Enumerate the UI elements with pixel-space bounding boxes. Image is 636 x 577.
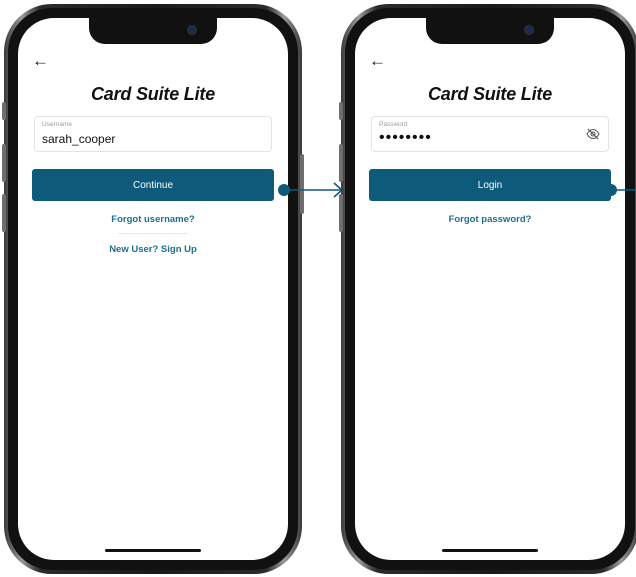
- home-indicator: [442, 549, 538, 552]
- username-value[interactable]: sarah_cooper: [42, 132, 115, 146]
- volume-down-button: [339, 194, 343, 232]
- right-arrow-icon: [278, 182, 344, 198]
- volume-down-button: [2, 194, 6, 232]
- username-field[interactable]: Username sarah_cooper: [34, 116, 272, 152]
- continue-button[interactable]: Continue: [32, 169, 274, 201]
- forgot-password-link[interactable]: Forgot password?: [355, 214, 625, 225]
- app-title: Card Suite Lite: [427, 84, 553, 104]
- volume-up-button: [339, 144, 343, 182]
- divider: [118, 233, 188, 234]
- camera-icon: [524, 25, 534, 35]
- login-button[interactable]: Login: [369, 169, 611, 201]
- phone-password-screen: ← Card Suite Lite Password •••••••• Logi…: [339, 4, 636, 574]
- notch: [426, 18, 554, 44]
- back-arrow-icon[interactable]: ←: [369, 52, 386, 69]
- mute-switch: [2, 102, 6, 120]
- camera-icon: [187, 25, 197, 35]
- forgot-username-link[interactable]: Forgot username?: [18, 214, 288, 225]
- back-arrow-icon[interactable]: ←: [32, 52, 49, 69]
- mute-switch: [339, 102, 343, 120]
- next-step-connector: [605, 184, 636, 196]
- notch: [89, 18, 217, 44]
- password-field[interactable]: Password ••••••••: [371, 116, 609, 152]
- password-value[interactable]: ••••••••: [379, 129, 432, 147]
- app-title: Card Suite Lite: [90, 84, 216, 104]
- signup-link[interactable]: New User? Sign Up: [18, 244, 288, 255]
- password-label: Password: [379, 121, 408, 128]
- volume-up-button: [2, 144, 6, 182]
- phone-username-screen: ← Card Suite Lite Username sarah_cooper …: [2, 4, 304, 574]
- username-label: Username: [42, 121, 72, 128]
- username-screen: ← Card Suite Lite Username sarah_cooper …: [18, 18, 288, 560]
- password-screen: ← Card Suite Lite Password •••••••• Logi…: [355, 18, 625, 560]
- home-indicator: [105, 549, 201, 552]
- eye-slash-icon[interactable]: [586, 128, 600, 140]
